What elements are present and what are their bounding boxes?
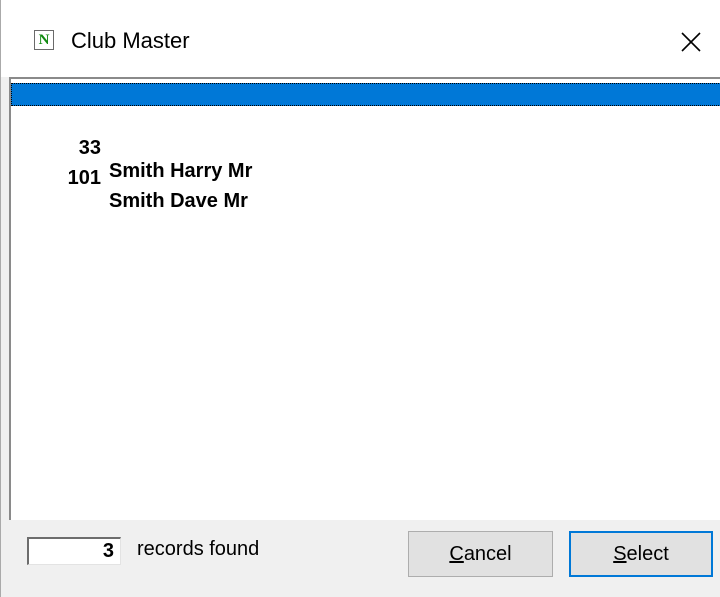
list-item[interactable]: 32 Smith Danny Mr xyxy=(11,83,720,151)
records-found-label: records found xyxy=(137,538,260,560)
member-name: Smith Dave Mr xyxy=(109,190,248,212)
title-bar[interactable]: N Club Master xyxy=(1,0,720,77)
list-item[interactable]: 33 Smith Harry Mr xyxy=(11,114,720,182)
cancel-button[interactable]: Cancel xyxy=(408,531,553,577)
member-list[interactable]: 32 Smith Danny Mr 33 Smith Harry Mr 101 … xyxy=(9,77,720,520)
close-icon xyxy=(681,32,701,52)
cancel-label: ancel xyxy=(463,542,512,565)
close-button[interactable] xyxy=(671,22,711,62)
select-label: elect xyxy=(626,542,669,565)
list-item[interactable]: 101 Smith Dave Mr xyxy=(11,144,720,212)
records-count: 3 xyxy=(27,537,121,565)
select-accelerator: S xyxy=(613,542,627,565)
select-button[interactable]: Select xyxy=(569,531,713,577)
app-logo-icon: N xyxy=(34,30,54,50)
club-master-dialog: N Club Master 32 Smith Danny Mr 33 Smith… xyxy=(0,0,720,597)
window-title: Club Master xyxy=(71,28,190,53)
status-bar: 3 records found Cancel Select xyxy=(1,520,720,597)
cancel-accelerator: C xyxy=(449,542,464,565)
member-number: 101 xyxy=(67,167,101,189)
